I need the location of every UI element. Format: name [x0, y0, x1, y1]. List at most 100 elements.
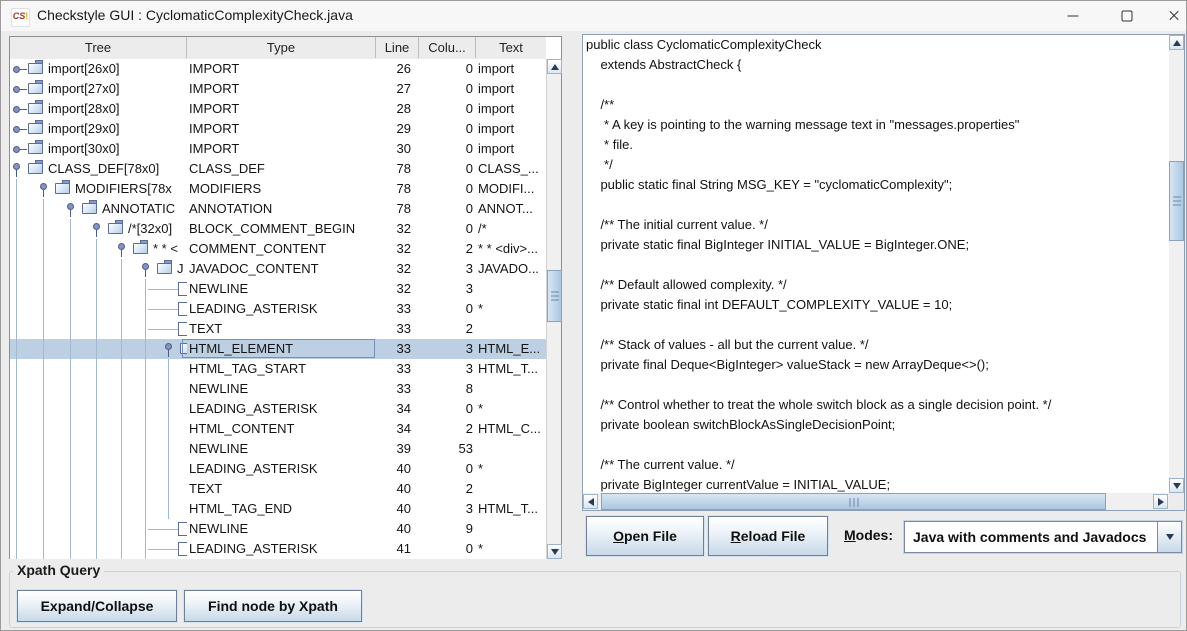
table-row[interactable]: LEADING_ASTERISK400*	[10, 459, 546, 479]
tree-guide-line	[43, 319, 44, 339]
tree-guide-line	[145, 499, 146, 519]
tree-guide-line	[145, 299, 146, 319]
code-line: private static final BigInteger INITIAL_…	[583, 235, 1169, 255]
minimize-icon	[1068, 16, 1079, 17]
tree-scroll-up-button[interactable]	[547, 59, 562, 74]
tree-scrollbar-thumb[interactable]	[547, 270, 562, 322]
table-row[interactable]: NEWLINE409	[10, 519, 546, 539]
table-row[interactable]: /*[32x0]BLOCK_COMMENT_BEGIN320/*	[10, 219, 546, 239]
code-scroll-down-button[interactable]	[1169, 478, 1184, 493]
modes-combobox[interactable]: Java with comments and Javadocs	[904, 521, 1182, 553]
table-row[interactable]: JJAVADOC_CONTENT323JAVADO...	[10, 259, 546, 279]
type-cell: IMPORT	[189, 61, 371, 77]
column-header-tree[interactable]: Tree	[10, 37, 187, 58]
type-cell: NEWLINE	[189, 281, 371, 297]
tree-cell	[10, 399, 187, 419]
tree-guide-line	[145, 399, 146, 419]
type-cell: MODIFIERS	[189, 181, 371, 197]
table-row[interactable]: import[28x0]IMPORT280import	[10, 99, 546, 119]
tree-guide-line	[145, 479, 146, 499]
table-row[interactable]: ANNOTATICANNOTATION780ANNOT...	[10, 199, 546, 219]
table-row[interactable]: HTML_CONTENT342HTML_C...	[10, 419, 546, 439]
tree-connector	[148, 529, 178, 530]
code-scroll-left-button[interactable]	[583, 494, 598, 509]
table-row[interactable]: TEXT332	[10, 319, 546, 339]
table-row[interactable]: HTML_ELEMENT333HTML_E...	[10, 339, 546, 359]
text-cell	[478, 521, 546, 537]
tree-guide-line	[70, 519, 71, 539]
col-cell: 3	[419, 361, 473, 377]
table-row[interactable]: LEADING_ASTERISK340*	[10, 399, 546, 419]
tree-guide-line	[145, 519, 146, 539]
table-row[interactable]: HTML_TAG_END403HTML_T...	[10, 499, 546, 519]
maximize-button[interactable]	[1104, 1, 1150, 31]
line-cell: 32	[376, 241, 411, 257]
tree-scroll-down-button[interactable]	[547, 544, 562, 559]
tree-guide-line	[70, 259, 71, 279]
table-row[interactable]: import[30x0]IMPORT300import	[10, 139, 546, 159]
tree-guide-line	[96, 539, 97, 559]
titlebar[interactable]: CS! Checkstyle GUI : CyclomaticComplexit…	[1, 1, 1186, 31]
tree-vertical-scrollbar[interactable]	[546, 59, 561, 559]
code-viewer[interactable]: public class CyclomaticComplexityCheck e…	[583, 35, 1169, 493]
tree-guide-line	[16, 519, 17, 539]
close-button[interactable]	[1151, 1, 1187, 31]
code-line: private static final int DEFAULT_COMPLEX…	[583, 295, 1169, 315]
col-cell: 0	[419, 141, 473, 157]
table-row[interactable]: * * <COMMENT_CONTENT322* * <div>...	[10, 239, 546, 259]
code-line: private BigInteger currentValue = INITIA…	[583, 475, 1169, 493]
tree-guide-line	[121, 499, 122, 519]
col-cell: 0	[419, 301, 473, 317]
tree-guide-line	[121, 539, 122, 559]
table-row[interactable]: CLASS_DEF[78x0]CLASS_DEF780CLASS_...	[10, 159, 546, 179]
column-header-column[interactable]: Colu...	[419, 37, 476, 58]
code-line: /** The current value. */	[583, 455, 1169, 475]
code-horizontal-scrollbar[interactable]	[583, 493, 1169, 510]
arrow-up-icon	[1173, 40, 1181, 46]
tree-guide-line	[43, 379, 44, 399]
tree-node-label: import[29x0]	[48, 121, 120, 137]
column-header-type[interactable]: Type	[187, 37, 376, 58]
table-row[interactable]: TEXT402	[10, 479, 546, 499]
column-header-line[interactable]: Line	[376, 37, 419, 58]
tree-guide-line	[121, 419, 122, 439]
col-cell: 3	[419, 501, 473, 517]
table-row[interactable]: LEADING_ASTERISK330*	[10, 299, 546, 319]
reload-file-button[interactable]: Reload File	[708, 516, 828, 556]
table-row[interactable]: import[27x0]IMPORT270import	[10, 79, 546, 99]
tree-guide-line	[43, 539, 44, 559]
table-row[interactable]: import[29x0]IMPORT290import	[10, 119, 546, 139]
table-row[interactable]: LEADING_ASTERISK410*	[10, 539, 546, 559]
table-row[interactable]: import[26x0]IMPORT260import	[10, 59, 546, 79]
code-vertical-scrollbar[interactable]	[1169, 35, 1184, 493]
code-scroll-up-button[interactable]	[1169, 35, 1184, 50]
minimize-button[interactable]	[1050, 1, 1096, 31]
table-row[interactable]: NEWLINE3953	[10, 439, 546, 459]
tree-guide-line	[121, 519, 122, 539]
find-node-by-xpath-button[interactable]: Find node by Xpath	[184, 590, 362, 622]
table-row[interactable]: NEWLINE323	[10, 279, 546, 299]
code-hscrollbar-thumb[interactable]	[601, 493, 1106, 510]
leaf-node-icon	[178, 302, 187, 316]
tree-guide-line	[96, 359, 97, 379]
open-file-button[interactable]: Open File	[586, 516, 704, 556]
expand-collapse-button[interactable]: Expand/Collapse	[17, 590, 177, 622]
table-row[interactable]: MODIFIERS[78xMODIFIERS780MODIFI...	[10, 179, 546, 199]
code-scrollbar-thumb[interactable]	[1169, 161, 1184, 241]
combo-dropdown-button[interactable]	[1157, 522, 1181, 552]
tree-cell: import[28x0]	[10, 99, 187, 119]
table-row[interactable]: NEWLINE338	[10, 379, 546, 399]
code-line: /** The initial current value. */	[583, 215, 1169, 235]
line-cell: 32	[376, 221, 411, 237]
column-header-text[interactable]: Text	[476, 37, 546, 58]
text-cell: HTML_T...	[478, 361, 546, 377]
col-cell: 3	[419, 281, 473, 297]
type-cell: HTML_CONTENT	[189, 421, 371, 437]
line-cell: 33	[376, 381, 411, 397]
tree-connector	[148, 289, 178, 290]
code-line: private final Deque<BigInteger> valueSta…	[583, 355, 1169, 375]
tree-cell	[10, 379, 187, 399]
table-row[interactable]: HTML_TAG_START333HTML_T...	[10, 359, 546, 379]
tree-guide-line	[16, 419, 17, 439]
code-scroll-right-button[interactable]	[1153, 494, 1168, 509]
